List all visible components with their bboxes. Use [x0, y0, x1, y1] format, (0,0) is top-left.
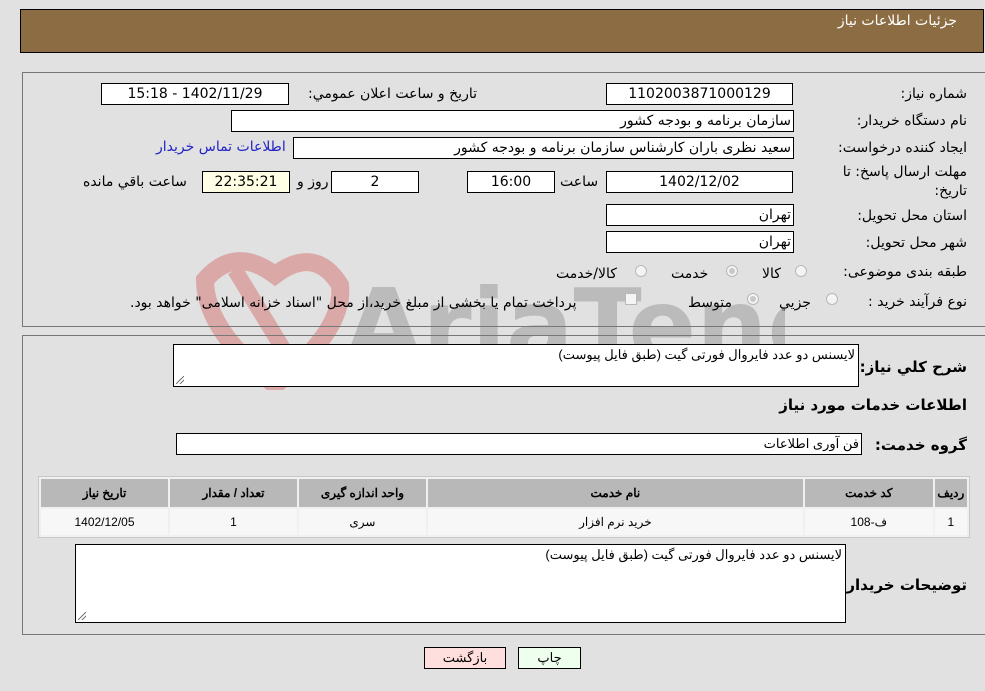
col-quantity: تعداد / مقدار [170, 479, 297, 507]
category-option-service: خدمت [671, 266, 709, 282]
back-button[interactable]: بازگشت [424, 647, 506, 669]
buyer-org-field: سازمان برنامه و بودجه کشور [231, 110, 794, 132]
treasury-note: پرداخت تمام يا بخشی از مبلغ خريد،از محل … [130, 295, 577, 311]
table-header-row: رديف کد خدمت نام خدمت واحد اندازه گيری ت… [41, 479, 967, 507]
cell-quantity: 1 [170, 509, 297, 535]
process-radio-medium[interactable] [747, 293, 759, 305]
province-label: استان محل تحويل: [857, 208, 967, 224]
process-option-minor: جزيي [779, 295, 811, 311]
buyer-contact-link[interactable]: اطلاعات تماس خريدار [156, 139, 286, 155]
cell-service-name: خريد نرم افزار [427, 509, 803, 535]
buyer-notes-textarea[interactable]: لايسنس دو عدد فايروال فورتی گيت (طبق فاي… [75, 544, 846, 623]
col-row-number: رديف [934, 479, 967, 507]
description-label: شرح کلي نياز: [859, 358, 967, 376]
category-radio-goods[interactable] [795, 265, 807, 277]
category-label: طبقه بندی موضوعی: [843, 264, 967, 280]
resize-grip-icon[interactable] [176, 376, 184, 384]
category-option-goods: کالا [762, 266, 781, 282]
buyer-notes-text: لايسنس دو عدد فايروال فورتی گيت (طبق فاي… [545, 547, 842, 562]
remaining-time-field: 22:35:21 [202, 171, 290, 193]
deadline-time-field: 16:00 [467, 171, 555, 193]
table-row: 1 ف-108 خريد نرم افزار سری 1 1402/12/05 [41, 509, 967, 535]
col-service-name: نام خدمت [427, 479, 803, 507]
province-field: تهران [606, 204, 794, 226]
announce-label: تاريخ و ساعت اعلان عمومي: [308, 86, 477, 102]
deadline-label-2: تاريخ: [934, 183, 967, 199]
announce-datetime-field: 1402/11/29 - 15:18 [101, 83, 289, 105]
deadline-label: مهلت ارسال پاسخ: تا [842, 164, 967, 180]
remaining-label: ساعت باقي مانده [83, 174, 187, 190]
col-need-date: تاريخ نياز [41, 479, 168, 507]
page-title: جزئيات اطلاعات نياز [837, 13, 957, 29]
category-radio-goods-service[interactable] [635, 265, 647, 277]
service-group-field: فن آوری اطلاعات [176, 433, 862, 455]
description-textarea[interactable]: لايسنس دو عدد فايروال فورتی گيت (طبق فاي… [173, 344, 859, 387]
creator-label: ايجاد کننده درخواست: [838, 140, 967, 156]
process-label: نوع فرآيند خريد : [868, 294, 967, 310]
need-number-field: 1102003871000129 [606, 83, 793, 105]
buyer-org-label: نام دستگاه خريدار: [856, 113, 967, 129]
col-unit: واحد اندازه گيری [298, 479, 426, 507]
resize-grip-icon[interactable] [78, 612, 86, 620]
cell-row-number: 1 [934, 509, 967, 535]
service-group-label: گروه خدمت: [874, 436, 967, 454]
cell-service-code: ف-108 [804, 509, 933, 535]
print-button[interactable]: چاپ [518, 647, 581, 669]
creator-field: سعيد نظری باران کارشناس سازمان برنامه و … [293, 137, 794, 159]
process-radio-minor[interactable] [826, 293, 838, 305]
deadline-date-field: 1402/12/02 [606, 171, 793, 193]
process-option-medium: متوسط [688, 295, 732, 311]
cell-unit: سری [298, 509, 426, 535]
description-text: لايسنس دو عدد فايروال فورتی گيت (طبق فاي… [558, 347, 855, 362]
cell-need-date: 1402/12/05 [41, 509, 168, 535]
city-field: تهران [606, 231, 794, 253]
buyer-notes-label: توضيحات خريدار: [840, 576, 967, 594]
category-radio-service[interactable] [726, 265, 738, 277]
treasury-checkbox[interactable] [625, 293, 637, 305]
city-label: شهر محل تحويل: [865, 235, 967, 251]
services-heading: اطلاعات خدمات مورد نياز [779, 396, 967, 414]
days-field: 2 [331, 171, 419, 193]
services-table: رديف کد خدمت نام خدمت واحد اندازه گيری ت… [38, 476, 970, 538]
time-label: ساعت [560, 174, 599, 190]
col-service-code: کد خدمت [804, 479, 933, 507]
need-number-label: شماره نياز: [900, 86, 968, 102]
days-label: روز و [297, 174, 329, 190]
category-option-goods-service: کالا/خدمت [556, 266, 617, 282]
